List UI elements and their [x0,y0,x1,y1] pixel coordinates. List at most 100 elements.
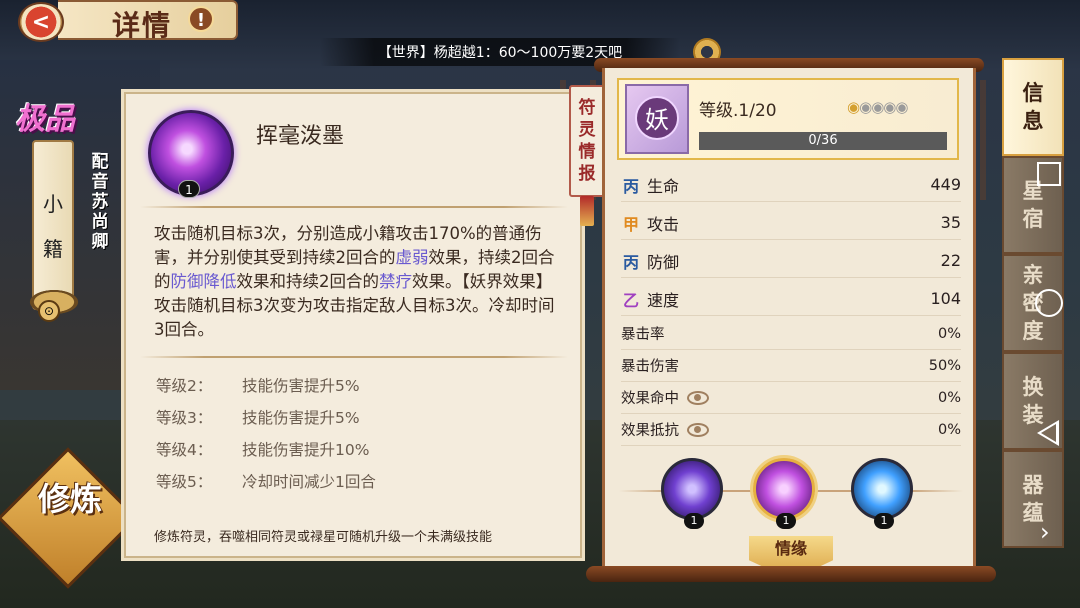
stat-value: 104 [930,289,961,308]
divider [140,356,568,358]
chevron-right-icon[interactable]: › [1040,518,1050,546]
level-effect: 冷却时间减少1回合 [242,473,376,491]
voice-actor-name: 苏尚卿 [91,192,109,252]
stat-label: 暴击率 [621,327,665,343]
desc-highlight-heal-block: 禁疗 [379,272,412,291]
demon-type-icon: 妖 [625,84,689,154]
stat-row-crit-damage: 暴击伤害 50% [621,350,961,382]
demon-type-symbol: 妖 [635,96,679,140]
level-label: 等级4： [156,441,213,459]
desc-highlight-defdown: 防御降低 [170,272,237,291]
stat-label: 暴击伤害 [621,359,679,375]
eye-icon[interactable] [687,422,709,437]
star-icon: ◉ [883,98,896,116]
stat-value: 35 [940,213,961,232]
level-label: 等级3： [156,409,213,427]
star-icon: ◉ [847,98,860,116]
skill-footer-note: 修炼符灵，吞噬相同符灵或禄星可随机升级一个未满级技能 [154,530,493,545]
skill-level-badge: 1 [776,513,796,529]
level-effect: 技能伤害提升5% [242,377,360,395]
scroll-rod-bottom [586,566,996,582]
rank-tag: 极品 [15,102,75,137]
stat-row-effect-resist: 效果抵抗 0% [621,414,961,446]
level-text: 等级.1/20 [699,101,777,121]
stat-label: 攻击 [647,214,680,234]
tab-char: 度 [1022,319,1044,343]
skill-orb-1[interactable]: 1 [661,458,723,529]
tab-char: 换 [1022,375,1044,399]
stat-value: 50% [928,357,961,374]
level-row: 等级2： 技能伤害提升5% [156,374,360,396]
tab-char: 息 [1022,109,1044,133]
desc-highlight-weak: 虚弱 [395,248,429,267]
stat-label: 效果命中 [621,391,679,407]
eye-icon[interactable] [687,390,709,405]
stat-value: 0% [937,389,961,406]
back-button[interactable]: < [18,2,64,42]
star-icon: ◉ [859,98,872,116]
stats-panel: 妖 等级.1/20 ◉◉◉◉◉ 0/36 丙 生命 449 甲 攻击 35 丙 … [602,68,976,580]
stat-value: 0% [937,421,961,438]
stat-label: 速度 [647,290,680,310]
stat-label: 效果抵抗 [621,423,679,439]
level-row: 等级3： 技能伤害提升5% [156,406,360,428]
stat-value: 22 [940,251,961,270]
level-label: 等级5： [156,473,213,491]
skill-name: 挥毫泼墨 [256,124,345,149]
level-row: 等级5： 冷却时间减少1回合 [156,470,376,492]
voice-label: 配音 [91,152,109,192]
voice-actor-label: 配音 苏尚卿 [88,152,112,252]
lock-icon[interactable]: ⊙ [38,300,60,322]
character-name-char: 小 [43,192,63,216]
star-rating: ◉◉◉◉◉ [847,98,908,116]
tag-char: 情 [578,142,596,162]
grade-icon: 乙 [622,290,639,310]
stat-value: 449 [930,175,961,194]
level-box: 妖 等级.1/20 ◉◉◉◉◉ 0/36 [617,78,959,160]
nav-back-icon[interactable] [1037,420,1059,446]
skill-level-badge: 1 [178,180,200,198]
divider [140,206,568,208]
skill-detail-card: 1 挥毫泼墨 攻击随机目标3次，分别造成小籍攻击170%的普通伤害，并分别使其受… [124,92,582,558]
skill-description: 攻击随机目标3次，分别造成小籍攻击170%的普通伤害，并分别使其受到持续2回合的… [154,222,564,342]
stat-value: 0% [937,325,961,342]
tag-char: 符 [578,98,596,118]
level-row: 等级4： 技能伤害提升10% [156,438,369,460]
recent-apps-icon[interactable] [1037,162,1061,186]
star-icon: ◉ [895,98,908,116]
stat-row-hp: 丙 生命 449 [621,168,961,202]
stat-row-speed: 乙 速度 104 [621,282,961,316]
star-icon: ◉ [871,98,884,116]
tag-char: 灵 [578,120,596,140]
stat-row-effect-hit: 效果命中 0% [621,382,961,414]
level-effect: 技能伤害提升10% [242,441,370,459]
grade-icon: 甲 [622,214,639,234]
stat-label: 防御 [647,252,680,272]
tassel-decoration [580,196,594,226]
tab-char: 宿 [1022,207,1044,231]
chat-message: 【世界】杨超越1：60～100万要2天吧 [377,45,623,61]
tab-artifact[interactable]: 器 蕴 [1002,450,1064,548]
skill-orb-2-selected[interactable]: 1 [753,458,815,529]
stat-row-defense: 丙 防御 22 [621,244,961,278]
page-title: 详情 [112,9,173,42]
skill-level-badge: 1 [684,513,704,529]
home-icon[interactable] [1035,289,1063,317]
skill-level-badge: 1 [874,513,894,529]
stat-row-attack: 甲 攻击 35 [621,206,961,240]
info-icon[interactable]: ! [188,6,214,32]
character-name-char: 籍 [43,237,63,261]
talisman-info-tag[interactable]: 符 灵 情 报 [569,85,605,197]
level-label: 等级2： [156,377,213,395]
exp-bar: 0/36 [699,132,947,150]
stat-label: 生命 [647,176,680,196]
tab-info[interactable]: 信 息 [1002,58,1064,156]
train-button[interactable]: 修炼 [22,480,118,518]
grade-icon: 丙 [622,252,639,272]
tab-char: 信 [1022,81,1044,105]
tab-char: 亲 [1022,263,1044,287]
desc-text: 效果和持续2回合的 [236,272,380,291]
grade-icon: 丙 [622,176,639,196]
tag-char: 报 [578,164,596,184]
skill-orb-3[interactable]: 1 [851,458,913,529]
